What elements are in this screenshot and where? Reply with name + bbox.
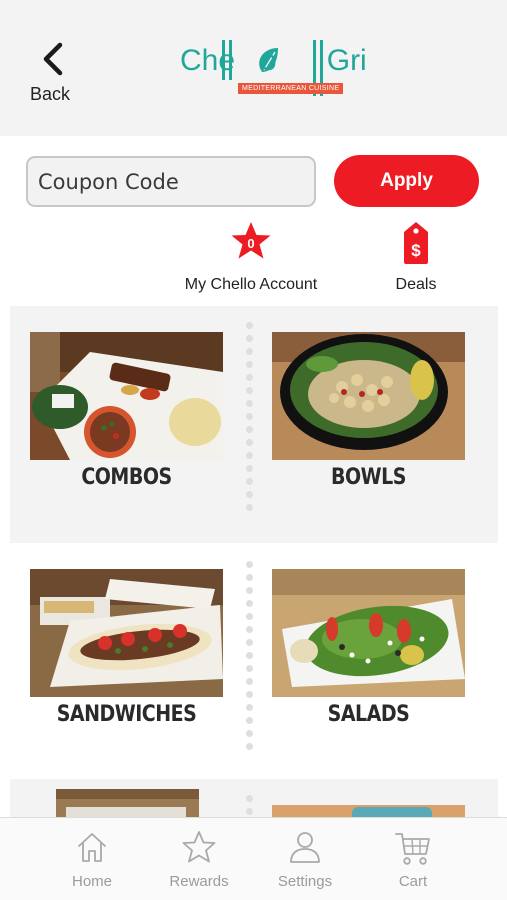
svg-text:$: $ bbox=[411, 241, 421, 260]
coupon-code-input[interactable] bbox=[26, 156, 316, 207]
price-tag-icon: $ bbox=[404, 222, 428, 264]
apply-coupon-button[interactable]: Apply bbox=[334, 155, 479, 207]
chickpea-bowl-photo bbox=[272, 332, 465, 460]
category-tile-partial[interactable] bbox=[56, 789, 199, 819]
deals-link[interactable]: $ Deals bbox=[376, 220, 456, 300]
tab-cart[interactable]: Cart bbox=[368, 830, 458, 896]
tab-rewards-label: Rewards bbox=[169, 873, 229, 890]
home-icon bbox=[78, 833, 106, 862]
chevron-left-icon bbox=[43, 42, 63, 76]
my-chello-account-label: My Chello Account bbox=[184, 276, 318, 293]
tab-rewards[interactable]: Rewards bbox=[154, 830, 244, 896]
chello-grill-logo: Che o Gri MEDITERRANEAN CUISINE bbox=[178, 38, 367, 98]
tab-home-label: Home bbox=[71, 873, 112, 890]
logo-tagline: MEDITERRANEAN CUISINE bbox=[238, 83, 344, 94]
my-chello-account-link[interactable]: 0 My Chello Account bbox=[180, 220, 322, 300]
category-label: BOWLS bbox=[331, 464, 406, 490]
category-label: SANDWICHES bbox=[56, 701, 197, 727]
tab-home[interactable]: Home bbox=[47, 830, 137, 896]
row-divider bbox=[244, 561, 254, 756]
star-icon: 0 bbox=[231, 222, 271, 259]
menu-row: COMBOS BOWLS bbox=[10, 306, 498, 543]
back-button[interactable]: Back bbox=[26, 38, 82, 108]
menu-row: SANDWICHES SALADS bbox=[10, 543, 498, 779]
flatbread-sandwich-photo bbox=[30, 569, 223, 697]
user-icon bbox=[290, 832, 320, 863]
row-divider bbox=[244, 322, 254, 517]
bottom-tab-bar: Home Rewards Settings Cart bbox=[0, 817, 507, 900]
deals-label: Deals bbox=[395, 276, 437, 293]
star-outline-icon bbox=[182, 831, 216, 863]
green-salad-photo bbox=[272, 569, 465, 697]
category-label: COMBOS bbox=[81, 464, 172, 490]
rewards-badge-count: 0 bbox=[247, 236, 254, 251]
shopping-cart-icon bbox=[395, 833, 430, 865]
combo-platter-photo bbox=[30, 332, 223, 460]
tab-settings-label: Settings bbox=[277, 873, 333, 890]
logo-wordmark: Che o Gri bbox=[180, 44, 367, 77]
tab-cart-label: Cart bbox=[398, 873, 428, 890]
app-screen: Back Che o Gri MEDITERRANEAN CUISINE App… bbox=[0, 0, 507, 900]
back-label: Back bbox=[30, 84, 71, 104]
header-bar: Back Che o Gri MEDITERRANEAN CUISINE bbox=[0, 0, 507, 136]
category-label: SALADS bbox=[327, 701, 410, 727]
menu-row bbox=[10, 779, 498, 819]
tab-settings[interactable]: Settings bbox=[260, 830, 350, 896]
